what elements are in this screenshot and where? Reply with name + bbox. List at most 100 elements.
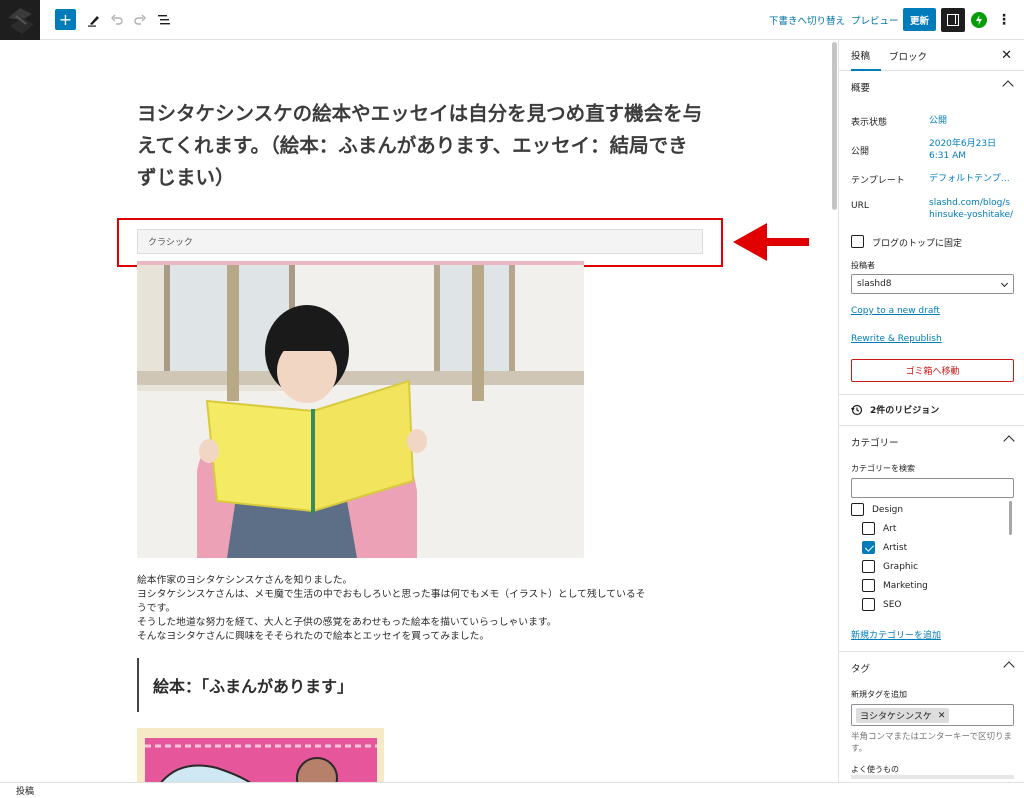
revisions-label: 2件のリビジョン	[870, 406, 940, 416]
category-checkbox-artist[interactable]	[862, 541, 875, 554]
document-overview-button[interactable]	[154, 9, 174, 31]
switch-to-draft-button[interactable]: 下書きへ切り替え	[769, 13, 845, 27]
paragraph-line: そんなヨシタケさんに興味をそそられたので絵本とエッセイを買ってみました。	[137, 631, 490, 642]
close-sidebar-button[interactable]: ✕	[1001, 48, 1012, 63]
undo-button[interactable]	[107, 9, 127, 31]
plus-icon: +	[58, 10, 73, 29]
summary-panel-title: 概要	[851, 83, 871, 94]
revisions-button[interactable]: 2件のリビジョン	[851, 403, 939, 416]
book-cover-illustration	[137, 728, 384, 782]
editor-canvas: ヨシタケシンスケの絵本やエッセイは自分を見つめ直す機会を与えてくれます。（絵本：…	[0, 40, 836, 782]
publish-label: 公開	[851, 147, 870, 157]
publish-date-value[interactable]: 2020年6月23日 6:31 AM	[929, 138, 1015, 162]
undo-icon	[111, 14, 123, 25]
visibility-value[interactable]: 公開	[929, 115, 1015, 127]
chevron-up-icon	[1002, 80, 1014, 92]
girl-reading-image	[137, 261, 584, 558]
post-subheading[interactable]: 絵本：「ふまんがあります」	[137, 658, 557, 712]
chevron-up-icon	[1003, 661, 1015, 673]
editor-scrollbar[interactable]	[832, 42, 837, 210]
template-value[interactable]: デフォルトテンプ…	[929, 173, 1015, 185]
category-search-input[interactable]	[851, 478, 1014, 498]
redo-button[interactable]	[130, 9, 150, 31]
url-label: URL	[851, 201, 869, 211]
categories-panel-title: カテゴリー	[851, 438, 899, 449]
chevron-down-icon	[1000, 279, 1009, 288]
category-search-label: カテゴリーを検索	[851, 464, 915, 473]
visibility-label: 表示状態	[851, 118, 888, 128]
author-label: 投稿者	[851, 261, 875, 270]
most-used-tags-list	[851, 775, 1014, 779]
author-select-value: slashd8	[857, 279, 892, 289]
pencil-icon	[88, 16, 99, 27]
options-button[interactable]: ⋮	[997, 12, 1011, 28]
annotation-arrow-icon	[733, 223, 809, 261]
chevron-up-icon	[1003, 435, 1015, 447]
tab-block[interactable]: ブロック	[889, 40, 927, 71]
category-label-seo: SEO	[883, 600, 902, 610]
site-logo[interactable]	[0, 0, 40, 40]
move-to-trash-button[interactable]: ゴミ箱へ移動	[851, 359, 1014, 382]
featured-image-girl-reading[interactable]	[137, 261, 584, 558]
category-checkbox-marketing[interactable]	[862, 579, 875, 592]
paragraph-line: そうした地道な努力を経て、大人と子供の感覚をあわせもった絵本を描いていらっしゃい…	[137, 617, 557, 628]
add-block-button[interactable]: +	[55, 9, 76, 30]
url-value[interactable]: slashd.com/blog/shinsuke-yoshitake/	[929, 197, 1015, 221]
editor-header: + 下書きへ切り替え プレビュー 更新 ⋮	[0, 0, 1024, 40]
category-checkbox-seo[interactable]	[862, 598, 875, 611]
annotation-highlight-box	[117, 218, 723, 267]
tag-help-text: 半角コンマまたはエンターキーで区切ります。	[851, 732, 1012, 754]
sticky-checkbox[interactable]	[851, 235, 864, 248]
breadcrumb-item[interactable]: 投稿	[16, 784, 34, 797]
tag-chip-label: ヨシタケシンスケ	[860, 712, 932, 722]
summary-panel-toggle[interactable]: 概要	[839, 71, 1024, 104]
sidebar-toggle-icon	[947, 14, 959, 26]
book-cover-image[interactable]	[137, 728, 384, 782]
category-label-art: Art	[883, 524, 897, 534]
tools-button[interactable]	[84, 9, 104, 31]
remove-tag-icon[interactable]: ✕	[938, 711, 946, 721]
copy-to-draft-link[interactable]: Copy to a new draft	[851, 306, 940, 316]
sidebar-tabs: 投稿 ブロック ✕	[839, 40, 1024, 71]
jetpack-button[interactable]	[971, 12, 987, 28]
paragraph-line: 絵本作家のヨシタケシンスケさんを知りました。	[137, 575, 353, 586]
author-select[interactable]: slashd8	[851, 274, 1014, 294]
list-view-icon	[158, 15, 170, 25]
tag-chip: ヨシタケシンスケ ✕	[856, 708, 950, 723]
add-tag-label: 新規タグを追加	[851, 690, 907, 699]
sticky-label: ブログのトップに固定	[872, 239, 963, 249]
category-list-scrollbar[interactable]	[1009, 501, 1012, 535]
paragraph-line: うです。	[137, 603, 176, 614]
settings-sidebar: 投稿 ブロック ✕ 概要 表示状態 公開 公開 2020年6月23日 6:31 …	[838, 40, 1024, 782]
post-paragraph[interactable]: 絵本作家のヨシタケシンスケさんを知りました。 ヨシタケシンスケさんは、メモ魔で生…	[137, 574, 702, 644]
category-checkbox-graphic[interactable]	[862, 560, 875, 573]
category-checkbox-design[interactable]	[851, 503, 864, 516]
rewrite-republish-link[interactable]: Rewrite & Republish	[851, 334, 942, 344]
post-title[interactable]: ヨシタケシンスケの絵本やエッセイは自分を見つめ直す機会を与えてくれます。（絵本：…	[137, 98, 705, 194]
template-label: テンプレート	[851, 176, 905, 186]
block-breadcrumb-bar: 投稿	[0, 782, 1024, 798]
panel-divider	[839, 394, 1024, 395]
preview-button[interactable]: プレビュー	[851, 13, 899, 27]
redo-icon	[134, 14, 146, 25]
category-label-marketing: Marketing	[883, 581, 928, 591]
category-checkbox-art[interactable]	[862, 522, 875, 535]
close-icon: ✕	[1001, 48, 1012, 63]
tab-post[interactable]: 投稿	[851, 40, 881, 71]
tags-panel-toggle[interactable]: タグ	[839, 652, 1024, 685]
category-label-design: Design	[872, 505, 904, 515]
logo-icon	[8, 8, 34, 34]
tags-panel-title: タグ	[851, 664, 871, 675]
paragraph-line: ヨシタケシンスケさんは、メモ魔で生活の中でおもしろいと思った事は何でもメモ（イラ…	[137, 589, 646, 600]
most-used-tags-label: よく使うもの	[851, 765, 899, 774]
category-label-graphic: Graphic	[883, 562, 919, 572]
category-label-artist: Artist	[883, 543, 908, 553]
history-icon	[851, 404, 863, 415]
subheading-text: 絵本：「ふまんがあります」	[153, 677, 354, 696]
more-vertical-icon: ⋮	[997, 12, 1011, 28]
categories-panel-toggle[interactable]: カテゴリー	[839, 426, 1024, 459]
settings-button[interactable]	[941, 8, 965, 32]
update-button[interactable]: 更新	[903, 8, 936, 31]
add-new-category-link[interactable]: 新規カテゴリーを追加	[851, 628, 941, 641]
bolt-icon	[976, 15, 982, 25]
